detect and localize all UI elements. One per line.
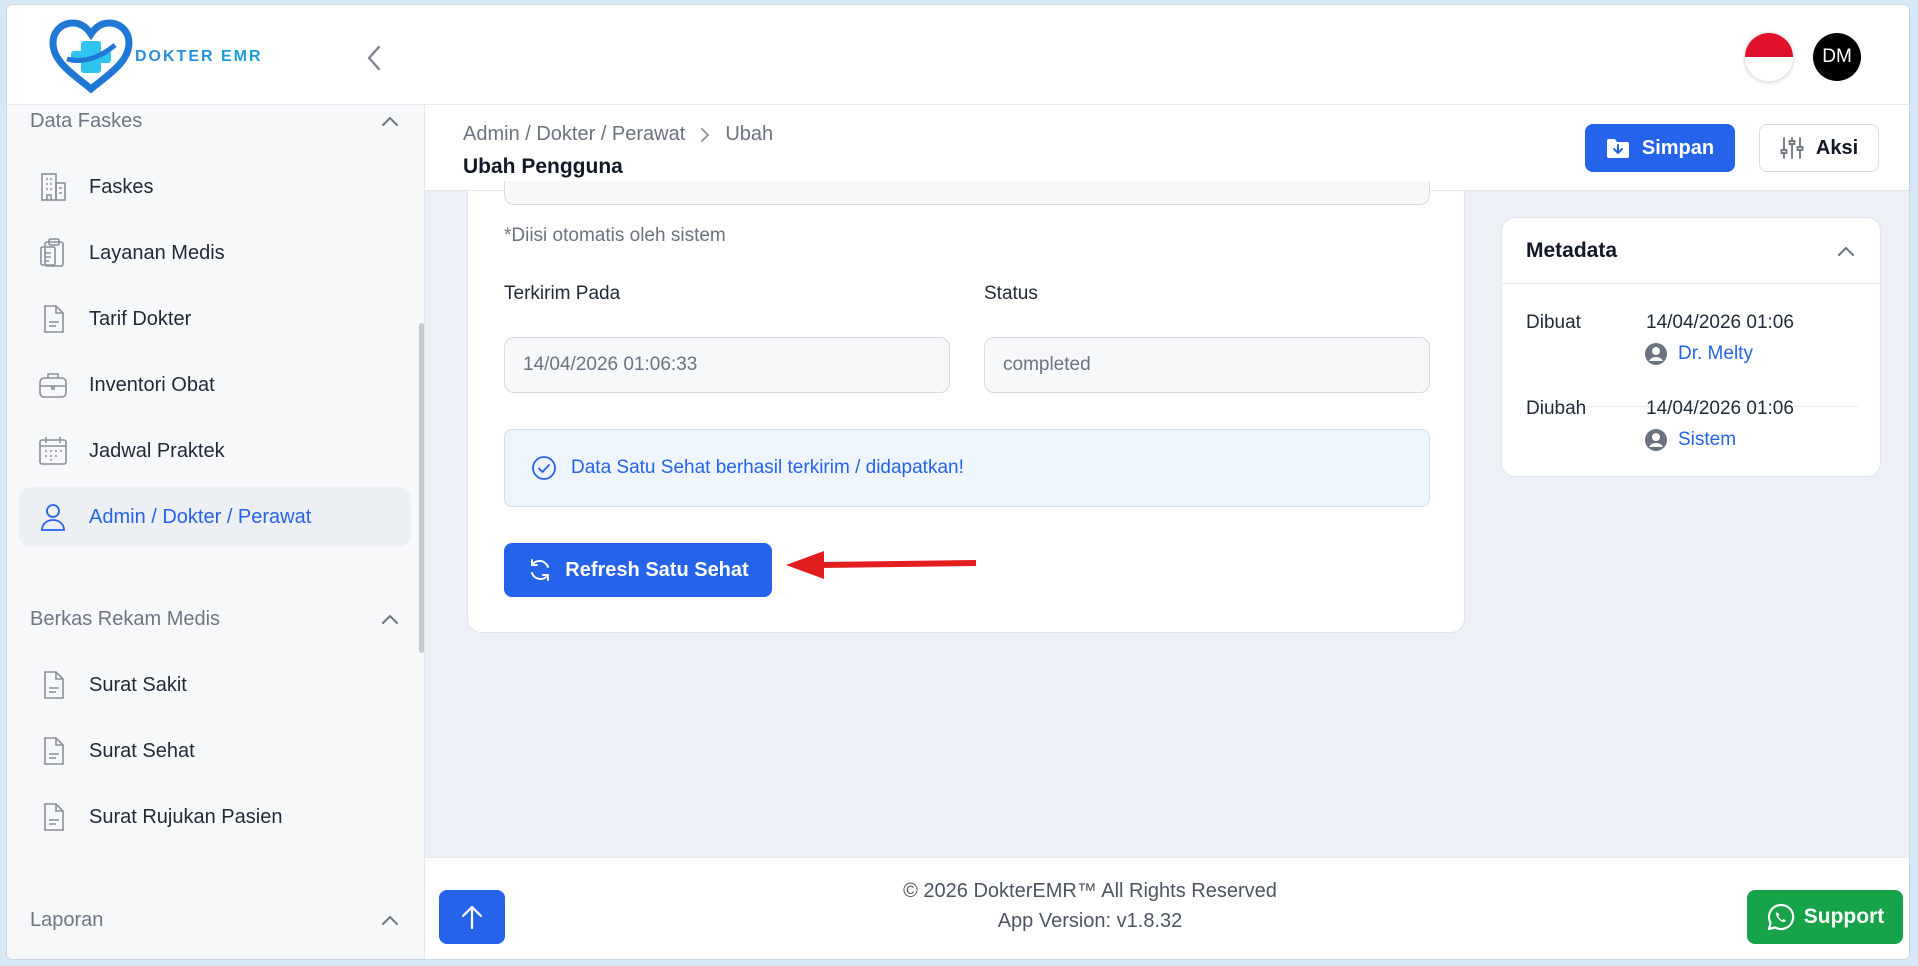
- user-circle-icon: [1645, 343, 1667, 365]
- sidebar-item-layanan-medis[interactable]: Layanan Medis: [19, 223, 411, 283]
- sidebar-section-title: Berkas Rekam Medis: [30, 607, 221, 630]
- sidebar-section-data-faskes[interactable]: Data Faskes: [30, 106, 400, 136]
- metadata-title: Metadata: [1526, 238, 1618, 262]
- user-icon: [35, 499, 71, 535]
- sidebar-item-surat-sakit[interactable]: Surat Sakit: [19, 655, 411, 715]
- updated-at-value: 14/04/2026 01:06: [1646, 398, 1794, 419]
- sidebar-item-admin-dokter-perawat[interactable]: Admin / Dokter / Perawat: [19, 487, 411, 547]
- brand-name-part1: DOKTER: [135, 48, 221, 65]
- save-button-label: Simpan: [1641, 136, 1715, 159]
- chevron-up-icon: [382, 614, 398, 624]
- red-arrow-annotation-icon: [786, 551, 977, 579]
- created-by-link[interactable]: Dr. Melty: [1644, 342, 1753, 366]
- chevron-up-icon: [1838, 246, 1854, 256]
- document-icon: [35, 733, 71, 769]
- sliders-icon: [1780, 137, 1804, 159]
- user-avatar[interactable]: DM: [1813, 33, 1861, 81]
- main-content: Admin / Dokter / Perawat Ubah Ubah Pengg…: [425, 105, 1909, 959]
- app-version-text: App Version: v1.8.32: [997, 910, 1183, 932]
- brand-name: DOKTER EMR: [135, 48, 263, 66]
- chevron-up-icon: [382, 116, 398, 126]
- sidebar-item-label: Jadwal Praktek: [89, 439, 225, 462]
- top-header: DOKTER EMR DM: [7, 5, 1909, 105]
- sidebar-item-faskes[interactable]: Faskes: [19, 157, 411, 217]
- breadcrumb: Admin / Dokter / Perawat Ubah: [463, 123, 773, 146]
- user-circle-icon: [1645, 429, 1667, 451]
- sent-at-label: Terkirim Pada: [504, 283, 621, 304]
- sidebar-collapse-chevron-left-icon[interactable]: [361, 41, 389, 75]
- page-title: Ubah Pengguna: [463, 155, 623, 178]
- brand-name-part2: EMR: [221, 48, 263, 65]
- sidebar-item-label: Inventori Obat: [89, 373, 215, 396]
- check-circle-icon: [532, 456, 556, 480]
- language-flag-indonesia-icon[interactable]: [1744, 32, 1794, 82]
- document-icon: [35, 799, 71, 835]
- sidebar-section-laporan[interactable]: Laporan: [30, 905, 400, 935]
- breadcrumb-item-admin[interactable]: Admin / Dokter / Perawat: [463, 123, 685, 146]
- updated-label: Diubah: [1526, 398, 1587, 419]
- updated-by-name: Sistem: [1678, 429, 1737, 450]
- footer: © 2026 DokterEMR™ All Rights Reserved Ap…: [425, 857, 1909, 959]
- sidebar-section-berkas-rekam-medis[interactable]: Berkas Rekam Medis: [30, 604, 400, 634]
- building-icon: [35, 169, 71, 205]
- chevron-right-icon: [699, 127, 711, 143]
- created-label: Dibuat: [1526, 312, 1581, 333]
- clipboard-icon: [35, 235, 71, 271]
- support-button[interactable]: Support: [1747, 890, 1903, 944]
- sidebar-item-jadwal-praktek[interactable]: Jadwal Praktek: [19, 421, 411, 481]
- actions-button-label: Aksi: [1815, 136, 1859, 159]
- sidebar-item-label: Surat Rujukan Pasien: [89, 805, 283, 828]
- sent-at-field[interactable]: 14/04/2026 01:06:33: [504, 337, 950, 393]
- flag-white-half: [1745, 57, 1793, 81]
- folder-download-icon: [1606, 139, 1629, 158]
- flag-red-half: [1745, 33, 1793, 57]
- document-icon: [35, 301, 71, 337]
- sidebar-item-tarif-dokter[interactable]: Tarif Dokter: [19, 289, 411, 349]
- sidebar-section-title: Data Faskes: [30, 109, 143, 132]
- refresh-button-label: Refresh Satu Sehat: [565, 558, 749, 581]
- sidebar-item-label: Admin / Dokter / Perawat: [89, 505, 312, 528]
- sidebar-item-label: Tarif Dokter: [89, 307, 192, 330]
- created-by-name: Dr. Melty: [1678, 343, 1753, 364]
- created-at-value: 14/04/2026 01:06: [1646, 312, 1794, 333]
- sidebar-item-label: Surat Sakit: [89, 673, 187, 696]
- success-alert-text: Data Satu Sehat berhasil terkirim / dida…: [571, 457, 964, 478]
- sidebar-scrollbar[interactable]: [419, 323, 424, 653]
- metadata-card: Metadata Dibuat 14/04/2026 01:06 Dr. Mel…: [1501, 217, 1881, 477]
- status-label: Status: [984, 283, 1038, 304]
- sidebar: Data Faskes Faskes Layanan Medis Tarif D…: [7, 105, 425, 959]
- refresh-satu-sehat-button[interactable]: Refresh Satu Sehat: [504, 543, 772, 597]
- sidebar-item-surat-rujukan-pasien[interactable]: Surat Rujukan Pasien: [19, 787, 411, 847]
- page-header: Admin / Dokter / Perawat Ubah Ubah Pengg…: [425, 105, 1909, 191]
- sidebar-item-inventori-obat[interactable]: Inventori Obat: [19, 355, 411, 415]
- sidebar-item-surat-sehat[interactable]: Surat Sehat: [19, 721, 411, 781]
- metadata-header[interactable]: Metadata: [1502, 218, 1880, 284]
- copyright-text: © 2026 DokterEMR™ All Rights Reserved: [903, 880, 1277, 902]
- whatsapp-icon: [1767, 903, 1795, 931]
- sidebar-item-label: Layanan Medis: [89, 241, 225, 264]
- refresh-icon: [531, 559, 550, 581]
- app-window: DOKTER EMR DM Data Faskes Faskes Layanan…: [6, 4, 1910, 960]
- document-icon: [35, 667, 71, 703]
- sidebar-item-label: Surat Sehat: [89, 739, 195, 762]
- calendar-icon: [35, 433, 71, 469]
- chevron-up-icon: [382, 915, 398, 925]
- form-card: *Diisi otomatis oleh sistem Terkirim Pad…: [467, 181, 1465, 633]
- actions-button[interactable]: Aksi: [1759, 124, 1879, 172]
- updated-by-link[interactable]: Sistem: [1644, 428, 1736, 452]
- heart-logo-icon[interactable]: [47, 19, 135, 93]
- sidebar-item-label: Faskes: [89, 175, 154, 198]
- breadcrumb-item-ubah: Ubah: [725, 123, 774, 145]
- previous-field-bottom: [504, 181, 1430, 205]
- save-button[interactable]: Simpan: [1585, 124, 1735, 172]
- support-button-label: Support: [1803, 905, 1885, 928]
- success-alert: Data Satu Sehat berhasil terkirim / dida…: [504, 429, 1430, 507]
- status-field[interactable]: completed: [984, 337, 1430, 393]
- sidebar-section-title: Laporan: [30, 908, 104, 931]
- briefcase-icon: [35, 367, 71, 403]
- auto-fill-hint: *Diisi otomatis oleh sistem: [504, 225, 726, 246]
